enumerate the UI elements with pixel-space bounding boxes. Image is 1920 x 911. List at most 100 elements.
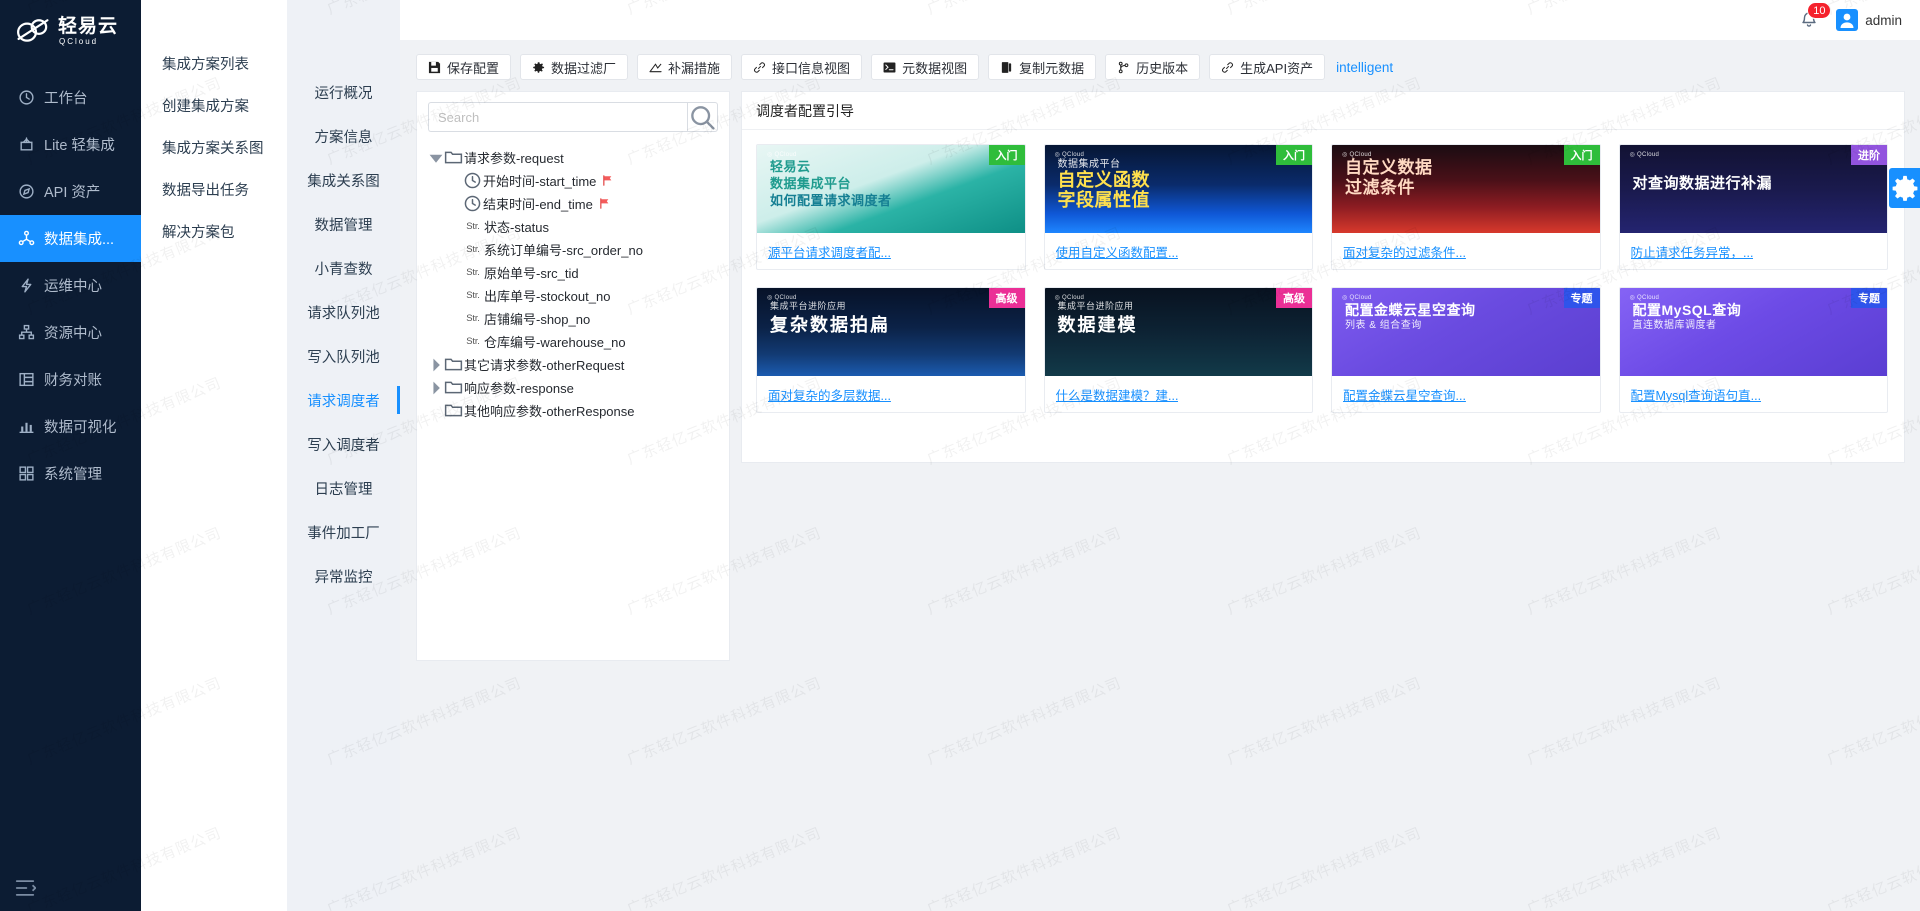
sidebar-item-system[interactable]: 系统管理 xyxy=(0,450,141,497)
tree-node-src-tid[interactable]: Str. 原始单号-src_tid xyxy=(428,261,718,284)
tree-node-warehouse-no[interactable]: Str. 仓库编号-warehouse_no xyxy=(428,330,718,353)
thumb-logo: ◎ QCloud xyxy=(767,294,797,301)
ledger-icon xyxy=(18,371,35,388)
card-caption[interactable]: 防止请求任务异常，... xyxy=(1620,233,1888,269)
tree-node-other-request[interactable]: 其它请求参数-otherRequest xyxy=(428,353,718,376)
history-version-button[interactable]: 历史版本 xyxy=(1105,54,1200,80)
tree-node-label: 仓库编号-warehouse_no xyxy=(484,332,626,351)
tab-integration-graph[interactable]: 集成关系图 xyxy=(287,158,400,202)
tree-node-label: 其它请求参数-otherRequest xyxy=(464,355,624,374)
tab-data-management[interactable]: 数据管理 xyxy=(287,202,400,246)
sidebar-item-resource-center[interactable]: 资源中心 xyxy=(0,309,141,356)
thumb-line: 数据建模 xyxy=(1058,313,1269,337)
copy-metadata-button[interactable]: 复制元数据 xyxy=(988,54,1096,80)
sidebar-item-lite[interactable]: Lite 轻集成 xyxy=(0,121,141,168)
chevron-right-icon[interactable] xyxy=(428,380,444,396)
brand-logo[interactable]: 轻易云 QCloud xyxy=(0,0,141,62)
submenu-item-create-scheme[interactable]: 创建集成方案 xyxy=(141,84,287,126)
guide-card[interactable]: ◎ QCloud 轻易云 数据集成平台 如何配置请求调度者 入门 源平台请求调度… xyxy=(756,144,1026,270)
search-button[interactable] xyxy=(687,102,718,132)
sidebar-collapse-button[interactable] xyxy=(14,877,36,899)
metadata-view-button[interactable]: 元数据视图 xyxy=(871,54,979,80)
submenu-item-scheme-graph[interactable]: 集成方案关系图 xyxy=(141,126,287,168)
tree-node-src-order-no[interactable]: Str. 系统订单编号-src_order_no xyxy=(428,238,718,261)
card-tag: 高级 xyxy=(1276,288,1312,308)
tree-node-label: 店铺编号-shop_no xyxy=(484,309,590,328)
tree-node-other-response[interactable]: 其他响应参数-otherResponse xyxy=(428,399,718,422)
tab-scheme-info[interactable]: 方案信息 xyxy=(287,114,400,158)
bolt-icon xyxy=(18,277,35,294)
tree-node-shop-no[interactable]: Str. 店铺编号-shop_no xyxy=(428,307,718,330)
tab-label: 异常监控 xyxy=(315,566,373,587)
type-label: Str. xyxy=(463,313,483,324)
sidebar-item-api-assets[interactable]: API 资产 xyxy=(0,168,141,215)
terminal-icon xyxy=(883,61,896,74)
card-caption[interactable]: 什么是数据建模？建... xyxy=(1045,376,1313,412)
gear-icon xyxy=(1889,173,1920,204)
folder-icon xyxy=(444,401,463,420)
tab-request-queue-pool[interactable]: 请求队列池 xyxy=(287,290,400,334)
card-caption[interactable]: 配置Mysql查询语句直... xyxy=(1620,376,1888,412)
card-caption[interactable]: 源平台请求调度者配... xyxy=(757,233,1025,269)
submenu-item-scheme-list[interactable]: 集成方案列表 xyxy=(141,42,287,84)
guide-card[interactable]: ◎ QCloud 自定义数据 过滤条件 入门 面对复杂的过滤条件... xyxy=(1331,144,1601,270)
sidebar-item-workbench[interactable]: 工作台 xyxy=(0,74,141,121)
clock-icon xyxy=(463,194,482,213)
type-label: Str. xyxy=(463,290,483,301)
tree-node-start-time[interactable]: 开始时间-start_time xyxy=(428,169,718,192)
generate-api-asset-button[interactable]: 生成API资产 xyxy=(1209,54,1325,80)
card-caption[interactable]: 配置金蝶云星空查询... xyxy=(1332,376,1600,412)
thumb-logo: ◎ QCloud xyxy=(1055,294,1085,301)
chevron-down-icon[interactable] xyxy=(428,150,444,166)
sidebar-item-finance[interactable]: 财务对账 xyxy=(0,356,141,403)
guide-card[interactable]: ◎ QCloud 集成平台进阶应用 复杂数据拍扁 高级 面对复杂的多层数据... xyxy=(756,287,1026,413)
thumb-logo: ◎ QCloud xyxy=(1342,151,1372,158)
search-input[interactable] xyxy=(428,102,687,132)
tab-write-scheduler[interactable]: 写入调度者 xyxy=(287,422,400,466)
thumb-line: 直连数据库调度者 xyxy=(1633,319,1844,332)
card-caption-text: 面对复杂的多层数据... xyxy=(768,385,891,404)
guide-card[interactable]: ◎ QCloud 数据集成平台 自定义函数 字段属性值 入门 使用自定义函数配置… xyxy=(1044,144,1314,270)
tab-label: 日志管理 xyxy=(315,478,373,499)
tree-node-end-time[interactable]: 结束时间-end_time xyxy=(428,192,718,215)
thumb-logo: ◎ QCloud xyxy=(767,151,797,158)
patch-measures-button[interactable]: 补漏措施 xyxy=(637,54,732,80)
settings-float-button[interactable] xyxy=(1889,168,1920,208)
guide-card[interactable]: ◎ QCloud 对查询数据进行补漏 进阶 防止请求任务异常，... xyxy=(1619,144,1889,270)
sidebar-item-data-viz[interactable]: 数据可视化 xyxy=(0,403,141,450)
guide-card[interactable]: ◎ QCloud 集成平台进阶应用 数据建模 高级 什么是数据建模？建... xyxy=(1044,287,1314,413)
sidebar-item-ops-center[interactable]: 运维中心 xyxy=(0,262,141,309)
card-caption[interactable]: 面对复杂的多层数据... xyxy=(757,376,1025,412)
tree-node-stockout-no[interactable]: Str. 出库单号-stockout_no xyxy=(428,284,718,307)
tree-node-label: 出库单号-stockout_no xyxy=(484,286,610,305)
guide-card[interactable]: ◎ QCloud 配置金蝶云星空查询 列表 & 组合查询 专题 配置金蝶云星空查… xyxy=(1331,287,1601,413)
sidebar-item-label: 财务对账 xyxy=(44,369,102,390)
tab-log-management[interactable]: 日志管理 xyxy=(287,466,400,510)
tree-node-status[interactable]: Str. 状态-status xyxy=(428,215,718,238)
tab-request-scheduler[interactable]: 请求调度者 xyxy=(287,378,400,422)
tab-xiaoqing-query[interactable]: 小青查数 xyxy=(287,246,400,290)
interface-info-view-button[interactable]: 接口信息视图 xyxy=(741,54,862,80)
avatar xyxy=(1836,9,1858,31)
tree-node-response[interactable]: 响应参数-response xyxy=(428,376,718,399)
card-caption[interactable]: 面对复杂的过滤条件... xyxy=(1332,233,1600,269)
user-menu[interactable]: admin xyxy=(1836,9,1902,31)
submenu-item-solution-package[interactable]: 解决方案包 xyxy=(141,210,287,252)
submenu-label: 创建集成方案 xyxy=(162,95,249,116)
tab-write-queue-pool[interactable]: 写入队列池 xyxy=(287,334,400,378)
tab-run-overview[interactable]: 运行概况 xyxy=(287,70,400,114)
tab-exception-monitor[interactable]: 异常监控 xyxy=(287,554,400,598)
card-thumbnail: ◎ QCloud 配置金蝶云星空查询 列表 & 组合查询 专题 xyxy=(1332,288,1600,376)
submenu-item-export-task[interactable]: 数据导出任务 xyxy=(141,168,287,210)
chevron-right-icon[interactable] xyxy=(428,357,444,373)
tab-event-factory[interactable]: 事件加工厂 xyxy=(287,510,400,554)
sidebar-item-label: 数据可视化 xyxy=(44,416,117,437)
data-filter-button[interactable]: 数据过滤厂 xyxy=(520,54,628,80)
intelligent-link[interactable]: intelligent xyxy=(1336,60,1393,75)
notifications-button[interactable]: 10 xyxy=(1798,9,1820,31)
sidebar-item-data-integration[interactable]: 数据集成... xyxy=(0,215,141,262)
save-config-button[interactable]: 保存配置 xyxy=(416,54,511,80)
card-caption[interactable]: 使用自定义函数配置... xyxy=(1045,233,1313,269)
tree-node-request[interactable]: 请求参数-request xyxy=(428,146,718,169)
guide-card[interactable]: ◎ QCloud 配置MySQL查询 直连数据库调度者 专题 配置Mysql查询… xyxy=(1619,287,1889,413)
